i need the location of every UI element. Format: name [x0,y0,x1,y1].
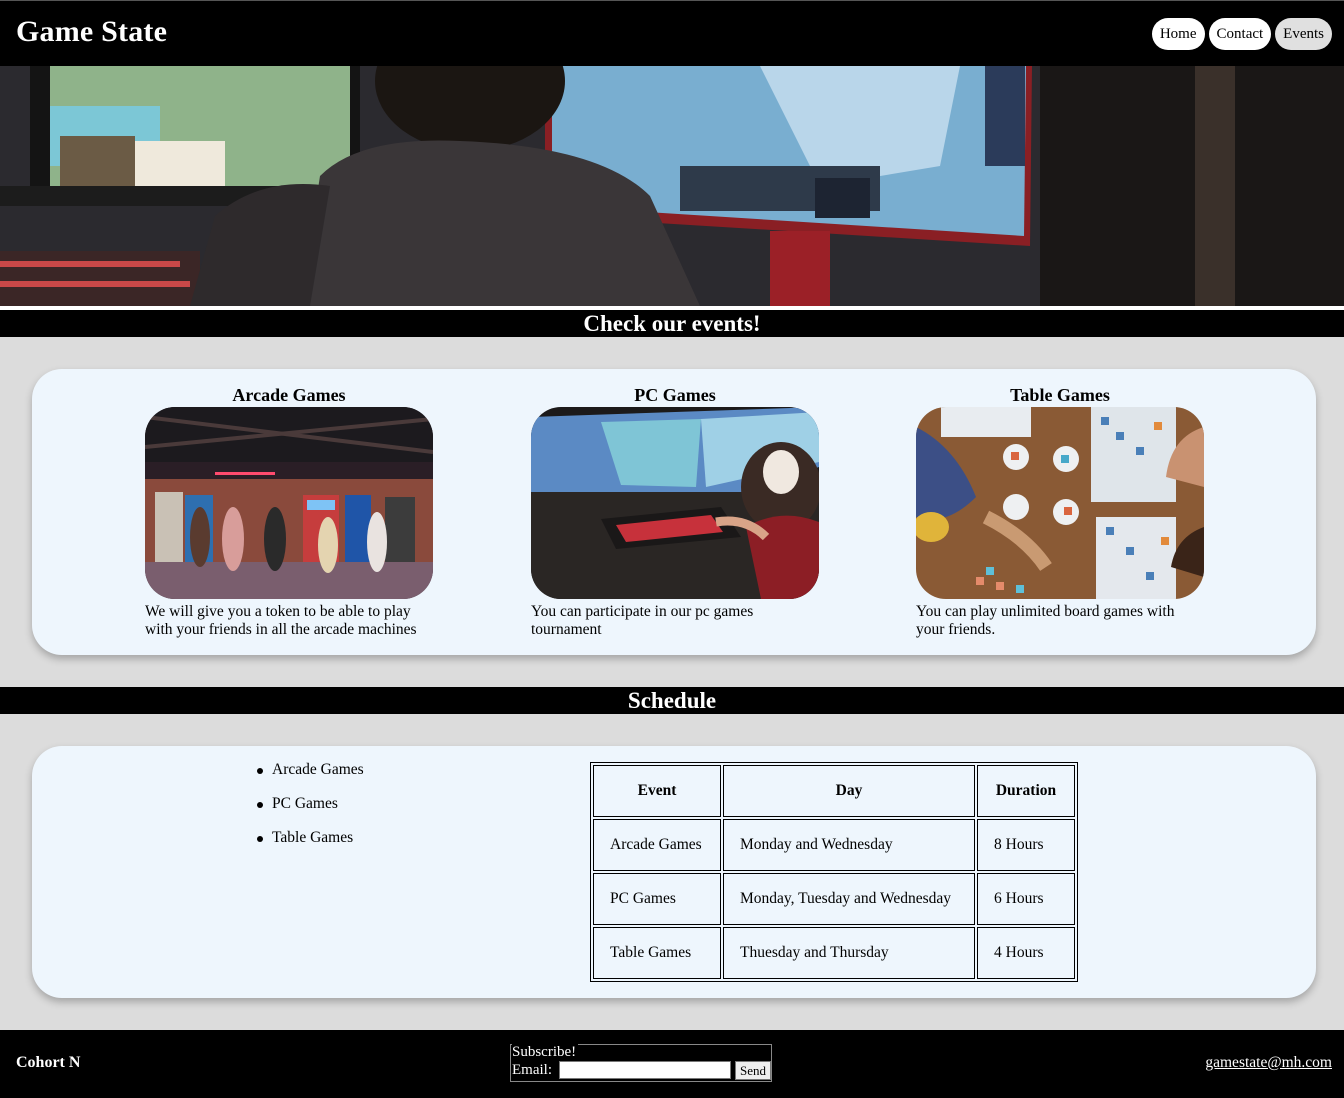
table-cell: 4 Hours [977,927,1075,979]
column-header: Event [593,765,721,817]
bullet-icon [257,836,263,842]
subscribe-legend: Subscribe! [512,1044,579,1060]
table-cell: Monday and Wednesday [723,819,975,871]
email-label: Email: [512,1062,552,1078]
event-description: We will give you a token to be able to p… [145,603,417,638]
site-title: Game State [16,15,168,48]
events-panel: Arcade Games We will give you a token to… [32,369,1316,655]
nav-events-link[interactable]: Events [1275,18,1332,50]
event-title: Arcade Games [232,385,346,405]
table-cell: 8 Hours [977,819,1075,871]
send-button[interactable]: Send [735,1061,771,1080]
event-card-table: Table Games You can play unlimited board… [916,385,1204,639]
event-title: Table Games [1010,385,1110,405]
list-item: Table Games [257,828,364,862]
list-item: Arcade Games [257,760,364,794]
top-bar: Game State Home Contact Events [0,0,1344,66]
table-cell: 6 Hours [977,873,1075,925]
hero-illustration [0,66,1344,306]
table-row: Table Games Thuesday and Thursday 4 Hour… [593,927,1075,979]
table-cell: Monday, Tuesday and Wednesday [723,873,975,925]
event-card-arcade: Arcade Games We will give you a token to… [145,385,433,639]
event-description: You can participate in our pc games tour… [531,603,754,638]
event-description: You can play unlimited board games with … [916,603,1175,638]
nav-contact-link[interactable]: Contact [1208,18,1272,50]
table-cell: PC Games [593,873,721,925]
email-input[interactable] [559,1061,731,1079]
schedule-heading: Schedule [0,687,1344,714]
table-cell: Arcade Games [593,819,721,871]
table-cell: Thuesday and Thursday [723,927,975,979]
cohort-label: Cohort N [16,1054,81,1071]
events-heading: Check our events! [0,310,1344,337]
column-header: Duration [977,765,1075,817]
table-row: Arcade Games Monday and Wednesday 8 Hour… [593,819,1075,871]
table-cell: Table Games [593,927,721,979]
table-games-image [916,407,1204,599]
nav-home-link[interactable]: Home [1151,18,1205,50]
event-card-pc: PC Games You can participate in our pc g… [531,385,819,639]
pc-games-image [531,407,819,599]
bullet-icon [257,802,263,808]
bullet-icon [257,768,263,774]
footer: Cohort N Subscribe! Email: Send gamestat… [0,1030,1344,1098]
table-header-row: Event Day Duration [593,765,1075,817]
hero-gaming-image [0,66,1344,306]
schedule-panel: Arcade Games PC Games Table Games Event … [32,746,1316,998]
list-item: PC Games [257,794,364,828]
column-header: Day [723,765,975,817]
event-title: PC Games [634,385,716,405]
table-row: PC Games Monday, Tuesday and Wednesday 6… [593,873,1075,925]
arcade-games-image [145,407,433,599]
main-nav: Home Contact Events [1151,18,1332,50]
subscribe-form: Subscribe! Email: Send [510,1044,772,1082]
contact-email-link[interactable]: gamestate@mh.com [1205,1054,1332,1072]
schedule-table: Event Day Duration Arcade Games Monday a… [590,762,1078,982]
schedule-event-list: Arcade Games PC Games Table Games [257,760,364,862]
